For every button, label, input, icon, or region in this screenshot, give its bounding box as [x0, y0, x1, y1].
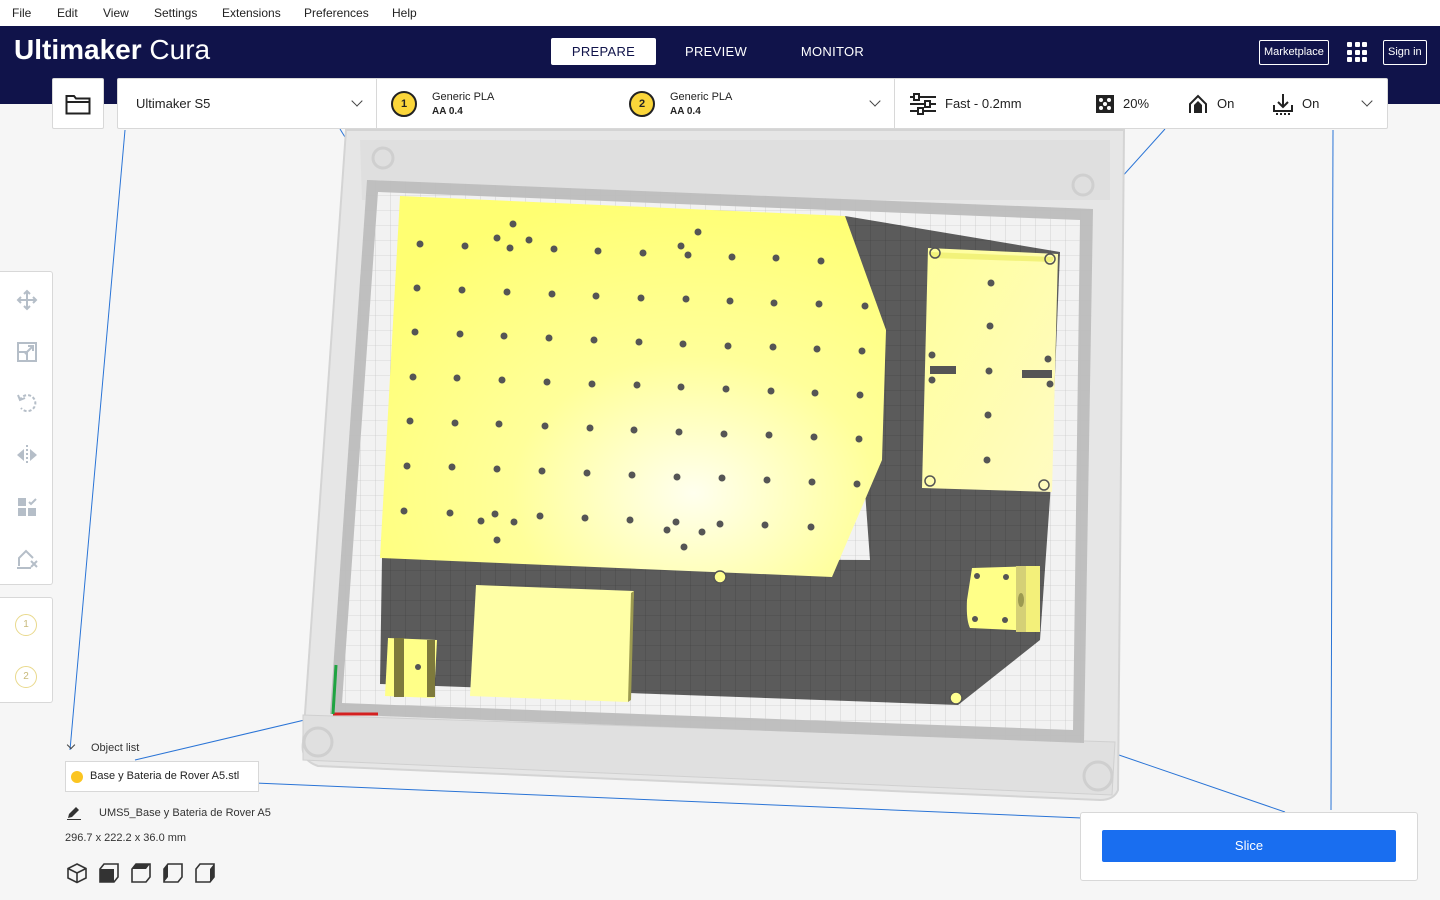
app-logo: Ultimaker Cura [14, 34, 210, 66]
move-icon [16, 289, 38, 311]
infill-value: 20% [1123, 96, 1150, 111]
chevron-down-icon [869, 95, 881, 107]
extruder-2-core: AA 0.4 [670, 106, 701, 117]
extruder-1-core: AA 0.4 [432, 106, 463, 117]
pencil-icon[interactable] [66, 806, 82, 820]
tool-panel [0, 271, 53, 585]
object-name: Base y Bateria de Rover A5.stl [90, 770, 240, 782]
menu-edit[interactable]: Edit [57, 6, 78, 20]
print-settings-selector[interactable]: Fast - 0.2mm 20% On On [895, 79, 1387, 128]
menu-help[interactable]: Help [392, 6, 417, 20]
machine-selector[interactable]: Ultimaker S5 [118, 79, 377, 128]
chevron-down-icon [1361, 95, 1373, 107]
apps-grid-icon[interactable] [1347, 42, 1367, 62]
adhesion-summary: On [1272, 79, 1319, 128]
menu-extensions[interactable]: Extensions [222, 6, 281, 20]
view-left-icon[interactable] [162, 862, 184, 884]
tab-preview[interactable]: PREVIEW [656, 38, 776, 65]
sliders-icon [910, 92, 936, 115]
extruder-2-material: Generic PLA [670, 91, 733, 103]
action-panel: Slice [1080, 812, 1418, 881]
mirror-tool-button[interactable] [14, 442, 40, 468]
rotate-tool-button[interactable] [14, 390, 40, 416]
model-bracket-right[interactable] [966, 566, 1040, 632]
scale-icon [17, 342, 37, 362]
logo-bold-text: Ultimaker [14, 34, 142, 65]
open-file-button[interactable] [52, 78, 104, 129]
print-setup-bar: Ultimaker S5 1 Generic PLA AA 0.4 2 Gene… [117, 78, 1388, 129]
profile-summary: Fast - 0.2mm [909, 79, 1022, 128]
job-name-text: UMS5_Base y Bateria de Rover A5 [99, 807, 271, 819]
object-list-label: Object list [91, 742, 140, 754]
sign-in-button[interactable]: Sign in [1383, 40, 1427, 65]
extruder-2-tool-button[interactable]: 2 [15, 666, 37, 688]
cura-window: File Edit View Settings Extensions Prefe… [0, 0, 1440, 900]
view-top-icon[interactable] [130, 862, 152, 884]
extruder-1-badge: 1 [391, 91, 417, 117]
support-blocker-button[interactable] [14, 546, 40, 572]
extruder-2-badge: 2 [629, 91, 655, 117]
support-value: On [1217, 96, 1235, 111]
move-tool-button[interactable] [14, 287, 40, 313]
object-color-dot [71, 771, 83, 783]
model-dimensions: 296.7 x 222.2 x 36.0 mm [65, 832, 187, 844]
tab-prepare[interactable]: PREPARE [551, 38, 656, 65]
view-front-icon[interactable] [98, 862, 120, 884]
slice-button[interactable]: Slice [1102, 830, 1396, 862]
extruder-tool-panel: 1 2 [0, 597, 53, 703]
menu-file[interactable]: File [12, 6, 31, 20]
object-list-item[interactable]: Base y Bateria de Rover A5.stl [65, 761, 259, 792]
per-model-settings-icon [18, 498, 37, 516]
machine-name: Ultimaker S5 [136, 96, 211, 111]
menu-view[interactable]: View [103, 6, 129, 20]
menu-settings[interactable]: Settings [154, 6, 197, 20]
extruder-1-tool-button[interactable]: 1 [15, 614, 37, 636]
extruder-1-material: Generic PLA [432, 91, 495, 103]
marketplace-button[interactable]: Marketplace [1259, 40, 1329, 65]
model-cover-plate[interactable] [470, 585, 634, 702]
scale-tool-button[interactable] [14, 339, 40, 365]
mirror-icon [17, 445, 37, 465]
support-blocker-icon [17, 549, 38, 569]
infill-icon [1096, 94, 1114, 113]
tab-monitor[interactable]: MONITOR [776, 38, 889, 65]
rotate-icon [17, 394, 37, 413]
adhesion-value: On [1302, 96, 1320, 111]
view-orientation-buttons [66, 862, 226, 884]
material-selector[interactable]: 1 Generic PLA AA 0.4 2 Generic PLA AA 0.… [377, 79, 895, 128]
chevron-down-icon [351, 95, 363, 107]
menu-bar: File Edit View Settings Extensions Prefe… [0, 0, 1440, 26]
infill-summary: 20% [1095, 79, 1149, 128]
logo-light-text: Cura [149, 34, 211, 65]
menu-preferences[interactable]: Preferences [304, 6, 369, 20]
profile-name: Fast - 0.2mm [945, 96, 1022, 111]
view-3d-icon[interactable] [66, 862, 88, 884]
per-model-settings-button[interactable] [14, 494, 40, 520]
support-summary: On [1187, 79, 1234, 128]
support-icon [1189, 94, 1207, 113]
view-right-icon[interactable] [194, 862, 216, 884]
stage-tabs: PREPARE PREVIEW MONITOR [551, 38, 889, 65]
model-bracket-left[interactable] [385, 638, 437, 698]
folder-icon [65, 94, 91, 114]
adhesion-icon [1273, 93, 1293, 115]
job-name[interactable]: UMS5_Base y Bateria de Rover A5 [66, 806, 271, 820]
model-battery-box[interactable] [922, 247, 1058, 492]
